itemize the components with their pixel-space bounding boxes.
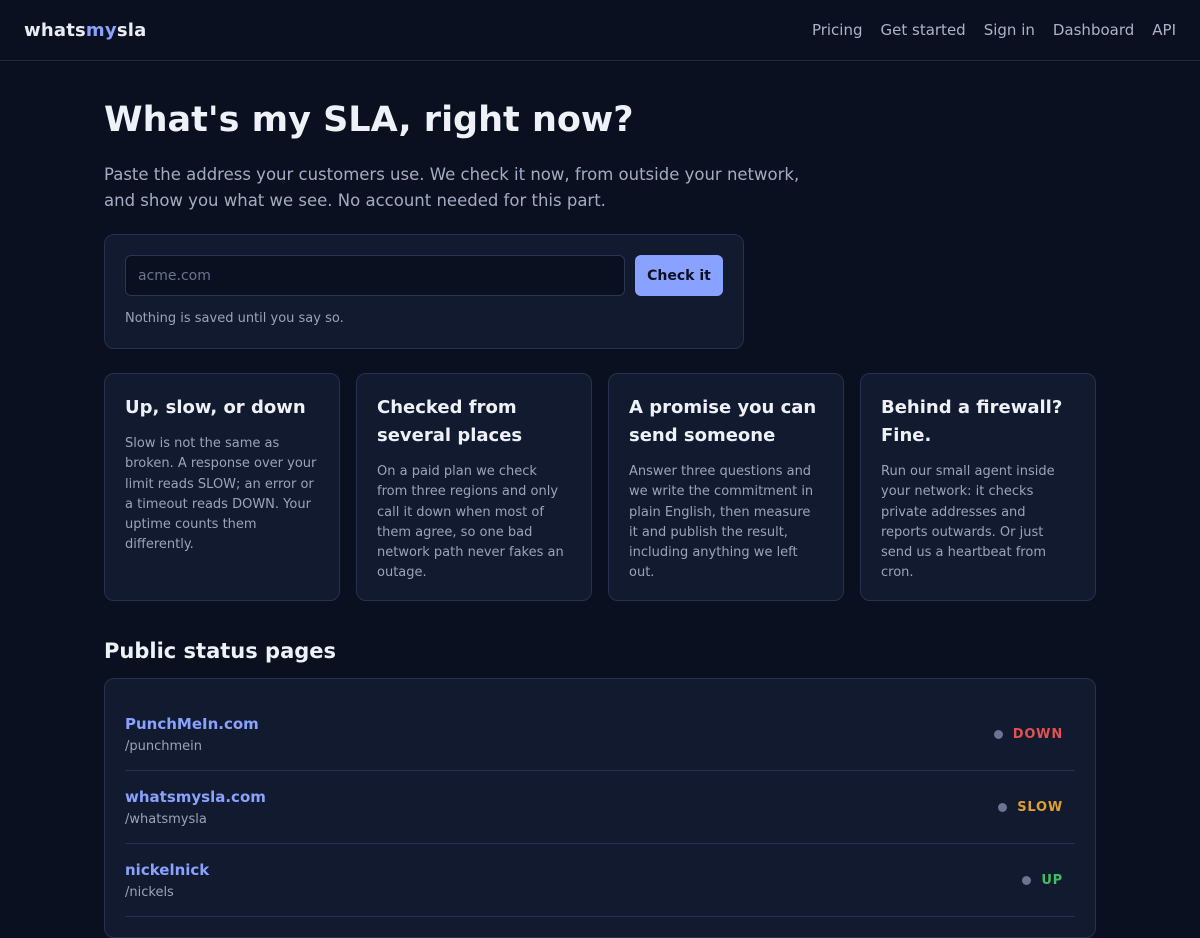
logo[interactable]: whatsmysla (24, 20, 146, 41)
status-section-title: Public status pages (104, 639, 337, 663)
check-note: Nothing is saved until you say so. (125, 311, 344, 326)
logo-text-my: my (85, 19, 117, 41)
status-page-link[interactable]: nickelnick (125, 861, 209, 879)
logo-text-sla: sla (116, 19, 147, 41)
status-row-info: PunchMeIn.com /punchmein (125, 715, 259, 754)
nav-link-get-started[interactable]: Get started (881, 21, 966, 39)
logo-text-whats: whats (24, 19, 86, 41)
check-it-button[interactable]: Check it (635, 255, 723, 296)
main-nav: Pricing Get started Sign in Dashboard AP… (794, 21, 1176, 39)
status-badge: UP (1041, 872, 1063, 888)
status-indicator: UP (1022, 873, 1063, 888)
feature-card-body: On a paid plan we check from three regio… (377, 464, 564, 581)
feature-card-promise: A promise you can send someone Answer th… (608, 373, 844, 601)
nav-link-dashboard[interactable]: Dashboard (1053, 21, 1134, 39)
feature-cards: Up, slow, or down Slow is not the same a… (104, 373, 1096, 601)
nav-link-pricing[interactable]: Pricing (812, 21, 863, 39)
feature-card-several-places: Checked from several places On a paid pl… (356, 373, 592, 601)
status-page-list: PunchMeIn.com /punchmein DOWN whatsmysla… (104, 678, 1096, 938)
status-badge: SLOW (1017, 799, 1063, 815)
url-input[interactable] (125, 255, 625, 296)
status-page-path: /whatsmysla (125, 811, 207, 827)
status-dot-icon (1022, 875, 1032, 885)
feature-card-up-slow-down: Up, slow, or down Slow is not the same a… (104, 373, 340, 601)
feature-card-body: Run our small agent inside your network:… (881, 464, 1055, 581)
feature-card-body: Slow is not the same as broken. A respon… (125, 436, 317, 553)
status-row-info: whatsmysla.com /whatsmysla (125, 788, 266, 827)
status-row[interactable]: PunchMeIn.com /punchmein DOWN (125, 699, 1075, 771)
status-indicator: DOWN (993, 727, 1063, 742)
status-row[interactable]: whatsmysla.com /whatsmysla SLOW (125, 771, 1075, 844)
status-badge: DOWN (1012, 727, 1063, 742)
status-dot-icon (993, 730, 1003, 739)
status-row-info: nickelnick /nickels (125, 861, 209, 900)
feature-card-title: Behind a firewall? Fine. (881, 397, 1063, 446)
hero-subtitle: Paste the address your customers use. We… (104, 165, 800, 210)
status-page-link[interactable]: PunchMeIn.com (125, 715, 259, 733)
check-panel: Check it Nothing is saved until you say … (104, 234, 744, 349)
feature-card-title: Checked from several places (377, 397, 523, 446)
status-row[interactable]: nickelnick /nickels UP (125, 844, 1075, 917)
top-navigation-bar: whatsmysla Pricing Get started Sign in D… (0, 0, 1200, 61)
feature-card-title: A promise you can send someone (629, 397, 817, 446)
check-form: Check it (125, 255, 723, 296)
feature-card-title: Up, slow, or down (125, 397, 306, 418)
status-page-path: /punchmein (125, 739, 203, 754)
feature-card-firewall: Behind a firewall? Fine. Run our small a… (860, 373, 1096, 601)
status-dot-icon (998, 802, 1008, 812)
status-indicator: SLOW (998, 800, 1063, 815)
status-page-path: /nickels (125, 884, 174, 900)
status-page-link[interactable]: whatsmysla.com (125, 788, 266, 806)
feature-card-body: Answer three questions and we write the … (629, 464, 814, 581)
nav-link-api[interactable]: API (1152, 21, 1176, 39)
main-content: What's my SLA, right now? Paste the addr… (104, 61, 1096, 938)
nav-link-sign-in[interactable]: Sign in (984, 21, 1035, 39)
page-title: What's my SLA, right now? (104, 100, 634, 140)
